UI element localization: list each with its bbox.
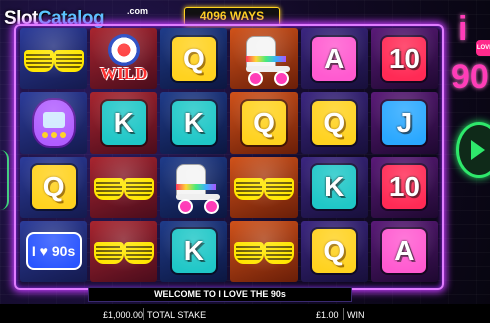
game-brand-logo: i LOVE 90 bbox=[446, 10, 490, 100]
footer-bar: £1,000.00 TOTAL STAKE £1.00 WIN bbox=[0, 304, 490, 323]
card-letter: Q bbox=[42, 171, 65, 203]
reel-1-row-2-tamagotchi bbox=[20, 92, 88, 154]
card-tile: 10 bbox=[382, 36, 427, 81]
reel-2-row-1-wild: WILD bbox=[90, 28, 158, 90]
wild-symbol: WILD bbox=[100, 33, 148, 84]
reel-1-row-4-i-love-90s: I ♥ 90s bbox=[20, 220, 88, 282]
card-letter: Q bbox=[253, 106, 275, 138]
card-letter: J bbox=[396, 106, 413, 138]
stake-value: £1.00 bbox=[316, 310, 339, 320]
play-icon bbox=[471, 140, 485, 160]
sunglasses-icon bbox=[234, 236, 295, 266]
card-letter: K bbox=[324, 171, 345, 203]
card-tile: A bbox=[382, 229, 427, 274]
brand-heart-icon: LOVE bbox=[476, 40, 490, 56]
roller-skate-icon bbox=[166, 164, 222, 215]
card-tile: 10 bbox=[382, 165, 427, 210]
card-letter: 10 bbox=[388, 171, 420, 203]
balance-value: £1,000.00 bbox=[103, 310, 144, 320]
reel-6-row-3-10: 10 bbox=[370, 156, 438, 218]
reel-5-row-4-Q: Q bbox=[300, 220, 368, 282]
logo-com-text: .com bbox=[127, 6, 149, 16]
reel-3-row-4-K: K bbox=[160, 220, 228, 282]
reel-3-row-2-K: K bbox=[160, 92, 228, 154]
reel-3-row-1-Q: Q bbox=[160, 28, 228, 90]
brand-i-letter: i bbox=[458, 10, 468, 48]
reel-2-row-3-sunglasses bbox=[90, 156, 158, 218]
total-stake-label: TOTAL STAKE bbox=[147, 310, 207, 320]
card-letter: Q bbox=[323, 235, 346, 267]
card-tile: Q bbox=[171, 36, 216, 81]
card-letter: 10 bbox=[388, 42, 420, 74]
reel-5-row-1-A: A bbox=[300, 28, 368, 90]
reel-6-row-1-10: 10 bbox=[370, 28, 438, 90]
reel-2-row-4-sunglasses bbox=[90, 220, 158, 282]
reel-3-row-3-roller-skate bbox=[160, 156, 228, 218]
card-letter: Q bbox=[183, 42, 205, 74]
card-tile: K bbox=[312, 165, 357, 210]
sunglasses-icon bbox=[23, 44, 84, 74]
footer-divider bbox=[143, 308, 144, 320]
win-label: WIN bbox=[347, 310, 365, 320]
card-tile: Q bbox=[31, 165, 76, 210]
card-letter: K bbox=[113, 106, 134, 138]
reel-6-row-4-A: A bbox=[370, 220, 438, 282]
card-tile: K bbox=[171, 100, 216, 145]
reel-grid: WILD Q A 10 K K Q Q J Q K 10 I ♥ 90s K Q A bbox=[20, 28, 438, 282]
tamagotchi-icon bbox=[31, 97, 76, 148]
side-menu-handle[interactable] bbox=[0, 150, 9, 210]
sunglasses-icon bbox=[93, 236, 154, 266]
i-love-90s-symbol: I ♥ 90s bbox=[25, 232, 82, 271]
sunglasses-icon bbox=[93, 172, 154, 202]
reel-2-row-2-K: K bbox=[90, 92, 158, 154]
reel-5-row-3-K: K bbox=[300, 156, 368, 218]
card-letter: K bbox=[183, 106, 205, 138]
footer-divider bbox=[343, 308, 344, 320]
card-tile: A bbox=[312, 36, 357, 81]
card-tile: J bbox=[382, 100, 427, 145]
reel-5-row-2-Q: Q bbox=[300, 92, 368, 154]
reel-1-row-1-sunglasses bbox=[20, 28, 88, 90]
reel-1-row-3-Q: Q bbox=[20, 156, 88, 218]
card-letter: Q bbox=[323, 106, 346, 138]
sunglasses-icon bbox=[234, 172, 295, 202]
reel-4-row-4-sunglasses bbox=[230, 220, 298, 282]
mod-roundel-icon bbox=[107, 33, 140, 66]
card-tile: K bbox=[171, 229, 216, 274]
reel-4-row-2-Q: Q bbox=[230, 92, 298, 154]
roller-skate-icon bbox=[236, 35, 292, 86]
card-letter: K bbox=[183, 235, 205, 267]
card-tile: Q bbox=[242, 100, 287, 145]
reel-6-row-2-J: J bbox=[370, 92, 438, 154]
reel-4-row-1-roller-skate bbox=[230, 28, 298, 90]
card-letter: A bbox=[394, 235, 415, 267]
card-letter: A bbox=[324, 42, 345, 74]
i-love-90s-label: I ♥ 90s bbox=[31, 243, 76, 260]
message-bar: WELCOME TO I LOVE THE 90s bbox=[88, 287, 352, 302]
reel-4-row-3-sunglasses bbox=[230, 156, 298, 218]
brand-90-text: 90 bbox=[451, 58, 489, 96]
card-tile: Q bbox=[312, 100, 357, 145]
card-tile: Q bbox=[312, 229, 357, 274]
card-tile: K bbox=[101, 100, 146, 145]
wild-label: WILD bbox=[100, 63, 148, 83]
